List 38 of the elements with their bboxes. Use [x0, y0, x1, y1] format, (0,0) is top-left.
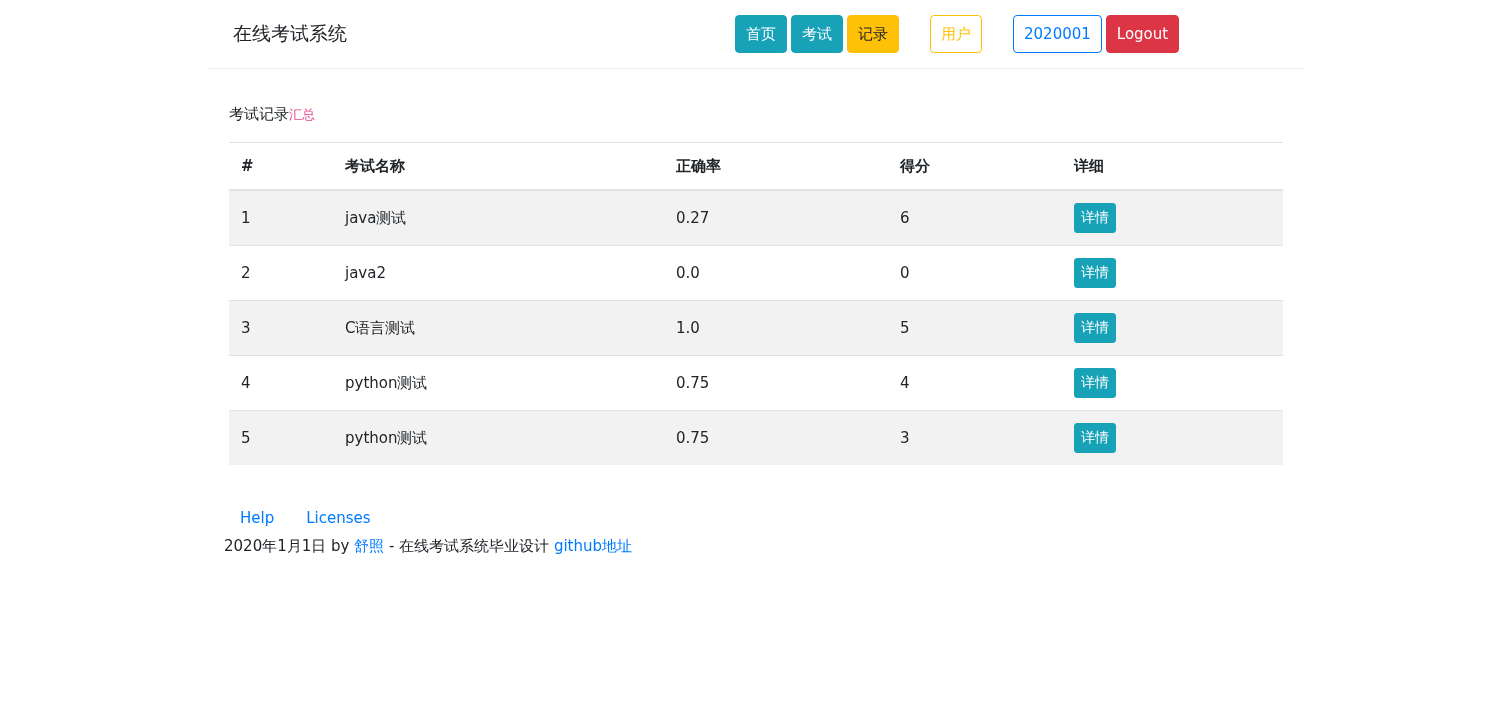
table-cell: 2 [229, 245, 333, 301]
author-link[interactable]: 舒照 [354, 537, 385, 555]
table-cell: 0.75 [664, 410, 888, 465]
table-cell: java2 [333, 245, 664, 301]
nav-button[interactable]: 考试 [791, 15, 843, 53]
table-cell: 4 [888, 355, 1062, 411]
table-cell: 1.0 [664, 300, 888, 356]
table-cell: python测试 [333, 355, 664, 411]
nav-button[interactable]: 首页 [735, 15, 787, 53]
table-cell: 0 [888, 245, 1062, 301]
table-cell: 5 [229, 410, 333, 465]
detail-button[interactable]: 详情 [1074, 368, 1116, 398]
table-cell: 0.75 [664, 355, 888, 411]
table-cell: python测试 [333, 410, 664, 465]
table-cell: C语言测试 [333, 300, 664, 356]
nav-button[interactable]: 2020001 [1013, 15, 1102, 53]
table-cell: java测试 [333, 190, 664, 246]
table-cell: 5 [888, 300, 1062, 356]
nav-button[interactable]: Logout [1105, 15, 1180, 53]
detail-button[interactable]: 详情 [1074, 313, 1116, 343]
detail-button[interactable]: 详情 [1074, 203, 1116, 233]
site-title: 在线考试系统 [233, 21, 348, 46]
github-link[interactable]: github地址 [553, 537, 633, 555]
footer-link[interactable]: Licenses [306, 509, 371, 527]
page-heading: 考试记录汇总 [229, 105, 1283, 143]
detail-button[interactable]: 详情 [1074, 258, 1116, 288]
table-cell: 4 [229, 355, 333, 411]
nav-button[interactable]: 用户 [930, 15, 982, 53]
table-cell: 3 [888, 410, 1062, 465]
nav-button[interactable]: 记录 [847, 15, 899, 53]
footer-credit: 2020年1月1日 by 舒照 - 在线考试系统毕业设计 github地址 [224, 537, 634, 556]
table-cell: 6 [888, 190, 1062, 246]
footer-link[interactable]: Help [240, 509, 275, 527]
table-cell: 1 [229, 190, 333, 246]
detail-button[interactable]: 详情 [1074, 423, 1116, 453]
table-cell: 0.0 [664, 245, 888, 301]
table-cell: 0.27 [664, 190, 888, 246]
table-cell: 3 [229, 300, 333, 356]
